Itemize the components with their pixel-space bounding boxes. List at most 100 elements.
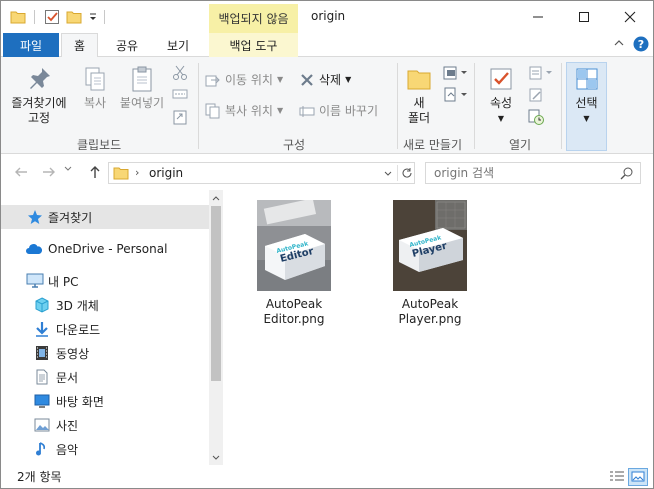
- new-folder-icon: [405, 65, 433, 96]
- file-name-player-line2: Player.png: [398, 312, 462, 326]
- file-list-area[interactable]: AutoPeak Editor AutoPeak Editor.png Auto…: [223, 190, 653, 465]
- clipboard-icon: [128, 65, 156, 96]
- copy-button[interactable]: 복사: [77, 65, 113, 111]
- nav-item-onedrive[interactable]: OneDrive - Personal: [1, 237, 209, 261]
- title-bar: 백업되지 않음 origin: [1, 1, 653, 33]
- pin-to-quick-access-button[interactable]: 즐겨찾기에 고정: [7, 65, 71, 126]
- ribbon-separator-3: [474, 63, 475, 149]
- move-to-button[interactable]: 이동 위치 ▼: [205, 71, 283, 88]
- ribbon-separator-4: [561, 63, 562, 149]
- tab-home[interactable]: 홈: [61, 33, 98, 58]
- download-icon: [34, 321, 50, 337]
- delete-button[interactable]: 삭제 ▼: [299, 71, 351, 88]
- nav-item-videos[interactable]: 동영상: [1, 341, 209, 365]
- address-dropdown-icon[interactable]: [383, 168, 393, 182]
- window-title: origin: [311, 9, 346, 23]
- contextual-tab-title: 백업되지 않음: [209, 4, 298, 33]
- navigation-pane: 즐겨찾기 OneDrive - Personal 내 PC 3D 개체 다운로드: [1, 190, 223, 465]
- open-group-label: 열기: [509, 138, 532, 152]
- scroll-up-icon[interactable]: [211, 192, 221, 206]
- collapse-ribbon-chevron-icon[interactable]: [613, 37, 625, 49]
- help-icon[interactable]: ?: [633, 36, 649, 52]
- tab-view[interactable]: 보기: [158, 33, 198, 57]
- cube-icon: [34, 297, 50, 313]
- address-row: › origin: [1, 154, 653, 190]
- properties-check-icon: [487, 65, 515, 96]
- search-input[interactable]: [434, 165, 614, 181]
- cloud-icon: [25, 242, 43, 256]
- address-bar[interactable]: › origin: [108, 162, 415, 184]
- open-icon[interactable]: [528, 65, 554, 81]
- paste-label: 붙여넣기: [119, 96, 165, 110]
- edit-icon[interactable]: [528, 87, 544, 103]
- nav-item-music[interactable]: 음악: [1, 437, 209, 461]
- new-group-label: 새로 만들기: [403, 138, 463, 152]
- move-to-icon: [205, 72, 221, 88]
- ribbon-tab-row: 파일 홈 공유 보기 백업 도구 ?: [1, 33, 653, 58]
- picture-icon: [34, 418, 50, 432]
- nav-scrollbar[interactable]: [209, 190, 223, 465]
- ribbon-separator-2: [397, 63, 398, 149]
- up-arrow-icon[interactable]: [87, 164, 103, 180]
- properties-button[interactable]: 속성 ▼: [479, 65, 523, 126]
- minimize-button[interactable]: [515, 1, 561, 33]
- properties-quick-icon[interactable]: [43, 7, 61, 27]
- pin-label-2: 고정: [27, 111, 51, 125]
- new-folder-label-2: 폴더: [407, 111, 431, 125]
- tab-file[interactable]: 파일: [3, 33, 59, 57]
- nav-label-documents: 문서: [56, 370, 79, 385]
- search-box[interactable]: [425, 162, 641, 184]
- forward-arrow-icon[interactable]: [41, 164, 57, 180]
- nav-scroll-thumb[interactable]: [211, 206, 221, 381]
- nav-item-pictures[interactable]: 사진: [1, 413, 209, 437]
- close-button[interactable]: [607, 1, 653, 33]
- paste-shortcut-icon[interactable]: [172, 109, 188, 125]
- new-item-icon[interactable]: [443, 65, 469, 81]
- recent-locations-chevron-icon[interactable]: [63, 164, 73, 174]
- nav-item-desktop[interactable]: 바탕 화면: [1, 389, 209, 413]
- nav-label-downloads: 다운로드: [56, 322, 101, 337]
- film-icon: [34, 345, 50, 361]
- new-folder-button[interactable]: 새 폴더: [401, 65, 437, 126]
- cut-icon[interactable]: [172, 65, 188, 81]
- file-item-editor[interactable]: AutoPeak Editor AutoPeak Editor.png: [239, 200, 349, 327]
- properties-dropdown-icon: ▼: [497, 114, 505, 123]
- paste-button[interactable]: 붙여넣기: [117, 65, 167, 111]
- search-icon[interactable]: [620, 166, 634, 183]
- item-count: 2개 항목: [17, 470, 62, 484]
- clipboard-group-label: 클립보드: [77, 138, 122, 152]
- copy-label: 복사: [83, 96, 107, 110]
- file-item-player[interactable]: AutoPeak Player AutoPeak Player.png: [375, 200, 485, 327]
- rename-icon: [299, 103, 315, 119]
- scroll-down-icon[interactable]: [211, 452, 221, 465]
- nav-item-downloads[interactable]: 다운로드: [1, 317, 209, 341]
- breadcrumb-origin[interactable]: origin: [149, 166, 183, 180]
- history-icon[interactable]: [528, 109, 544, 125]
- details-view-icon[interactable]: [607, 468, 627, 486]
- select-grid-icon: [573, 65, 601, 96]
- select-button[interactable]: 선택 ▼: [566, 65, 607, 126]
- copy-path-icon[interactable]: [172, 88, 188, 100]
- tab-backup-tools[interactable]: 백업 도구: [209, 33, 298, 57]
- refresh-icon[interactable]: [397, 165, 413, 181]
- rename-button[interactable]: 이름 바꾸기: [299, 102, 378, 119]
- nav-item-quick-access[interactable]: 즐겨찾기: [1, 205, 209, 229]
- tab-share[interactable]: 공유: [107, 33, 147, 57]
- status-bar: 2개 항목: [1, 465, 653, 488]
- desktop-icon: [34, 394, 50, 408]
- delete-label: 삭제: [319, 73, 342, 87]
- nav-item-3d-objects[interactable]: 3D 개체: [1, 293, 209, 317]
- easy-access-icon[interactable]: [443, 87, 469, 103]
- quick-access-divider-2: [104, 10, 105, 24]
- nav-item-documents[interactable]: 문서: [1, 365, 209, 389]
- breadcrumb-separator-icon[interactable]: ›: [135, 166, 139, 179]
- copy-to-button[interactable]: 복사 위치 ▼: [205, 102, 283, 119]
- folder-icon: [9, 7, 27, 27]
- large-icons-view-icon[interactable]: [628, 468, 648, 486]
- customize-toolbar-chevron-icon[interactable]: [87, 7, 99, 27]
- back-arrow-icon[interactable]: [13, 164, 29, 180]
- nav-item-this-pc[interactable]: 내 PC: [1, 269, 209, 293]
- maximize-button[interactable]: [561, 1, 607, 33]
- star-icon: [27, 209, 43, 225]
- new-folder-quick-icon[interactable]: [65, 7, 83, 27]
